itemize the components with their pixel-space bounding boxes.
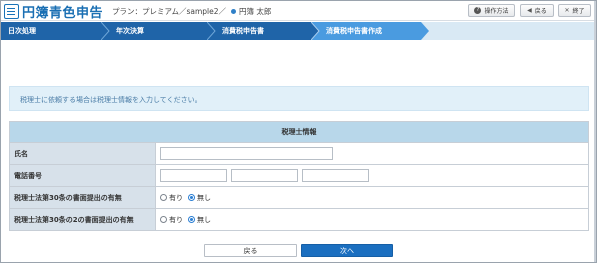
- article30-2-radio-group: 有り 無し: [160, 215, 588, 225]
- name-label: 氏名: [9, 142, 156, 165]
- step-label: 消費税申告書: [222, 27, 264, 35]
- phone-input-1[interactable]: [160, 169, 227, 182]
- step-daily[interactable]: 日次処理: [1, 22, 109, 40]
- article30-label: 税理士法第30条の書面提出の有無: [9, 186, 156, 209]
- close-icon: ✕: [564, 7, 570, 14]
- ledger-icon: [4, 3, 19, 19]
- radio-label: 無し: [197, 215, 211, 224]
- user-name: 円簿 太郎: [239, 7, 272, 16]
- next-button[interactable]: 次へ: [301, 244, 393, 257]
- radio-checked[interactable]: [188, 194, 195, 201]
- help-button-label: 操作方法: [484, 8, 509, 15]
- header-back-label: 戻る: [534, 8, 547, 15]
- info-message: 税理士に依頼する場合は税理士情報を入力してください。: [9, 86, 589, 111]
- step-navigation: 日次処理 年次決算 消費税申告書 消費税申告書作成: [1, 22, 596, 40]
- app-logo: 円簿青色申告: [4, 3, 104, 21]
- article30-radio-group: 有り 無し: [160, 193, 588, 203]
- help-button[interactable]: ? 操作方法: [468, 4, 515, 17]
- radio-label: 無し: [197, 193, 211, 202]
- article30-yes-option[interactable]: 有り: [160, 193, 183, 203]
- article30-2-label: 税理士法第30条の2の書面提出の有無: [9, 208, 156, 231]
- radio-checked[interactable]: [188, 216, 195, 223]
- app-header: 円簿青色申告 プラン：プレミアム／sample2／ 円簿 太郎 ? 操作方法 ◀…: [1, 1, 596, 21]
- phone-input-2[interactable]: [231, 169, 299, 182]
- article30-2-no-option[interactable]: 無し: [188, 215, 211, 225]
- app-title: 円簿青色申告: [22, 5, 104, 21]
- window-edge: [594, 1, 596, 262]
- back-button[interactable]: 戻る: [204, 244, 297, 257]
- step-label: 年次決算: [116, 27, 144, 35]
- header-back-button[interactable]: ◀ 戻る: [520, 4, 554, 17]
- close-button[interactable]: ✕ 終了: [558, 4, 591, 17]
- arrow-left-icon: ◀: [527, 7, 532, 14]
- radio-unchecked[interactable]: [160, 216, 167, 223]
- plan-info: プラン：プレミアム／sample2／ 円簿 太郎: [112, 6, 271, 17]
- step-label: 消費税申告書作成: [326, 27, 382, 35]
- plan-label: プラン：プレミアム／sample2／: [112, 7, 227, 16]
- radio-unchecked[interactable]: [160, 194, 167, 201]
- radio-label: 有り: [169, 193, 183, 202]
- phone-input-3[interactable]: [302, 169, 370, 182]
- step-label: 日次処理: [8, 27, 36, 35]
- app-window: 円簿青色申告 プラン：プレミアム／sample2／ 円簿 太郎 ? 操作方法 ◀…: [0, 0, 597, 263]
- question-icon: ?: [474, 7, 482, 14]
- step-tax-return-create[interactable]: 消費税申告書作成: [311, 22, 429, 40]
- step-annual[interactable]: 年次決算: [101, 22, 215, 40]
- radio-label: 有り: [169, 215, 183, 224]
- article30-2-yes-option[interactable]: 有り: [160, 215, 183, 225]
- tax-accountant-form: 税理士情報 氏名 電話番号 税理士法第30条の書面提出の有無 有り 無し 税理士…: [9, 121, 589, 231]
- user-status-icon: [231, 9, 237, 14]
- name-input[interactable]: [160, 147, 333, 160]
- form-title: 税理士情報: [9, 121, 589, 143]
- article30-no-option[interactable]: 無し: [188, 193, 211, 203]
- close-button-label: 終了: [572, 8, 585, 15]
- phone-label: 電話番号: [9, 164, 156, 187]
- step-tax-return[interactable]: 消費税申告書: [207, 22, 319, 40]
